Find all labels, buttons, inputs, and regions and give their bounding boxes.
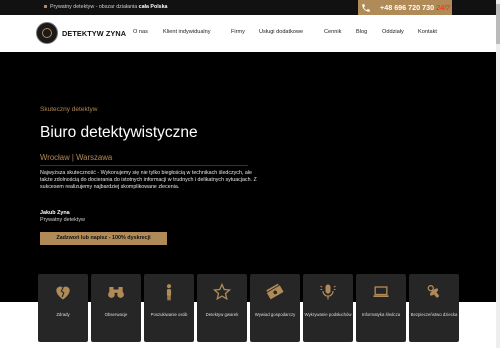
services-grid: Zdrady Obserwacje Poszukiwanie osób Dete… bbox=[38, 274, 459, 344]
scrollbar-thumb[interactable] bbox=[496, 4, 500, 44]
service-label: Zdrady bbox=[56, 312, 70, 317]
nav-item-kontakt[interactable]: Kontakt bbox=[418, 29, 437, 35]
logo[interactable] bbox=[36, 22, 58, 44]
service-label: Detektyw gwarek bbox=[205, 312, 239, 317]
author-role: Prywatny detektyw bbox=[40, 217, 85, 223]
nav-item-klient-indywidualny[interactable]: Klient indywidualny bbox=[163, 29, 211, 35]
nav-item-cennik[interactable]: Cennik bbox=[324, 29, 341, 35]
service-card-wywiad-gospodarczy[interactable]: Wywiad gospodarczy bbox=[250, 274, 300, 342]
top-bar: Prywatny detektyw - obszar działania cał… bbox=[0, 0, 496, 15]
phone-number: +48 696 720 730 24/7 bbox=[380, 3, 451, 12]
hours-badge: 24/7 bbox=[436, 3, 451, 12]
author-name: Jakub Zyna bbox=[40, 210, 70, 216]
hero-eyebrow: Skuteczny detektyw bbox=[40, 106, 98, 113]
pacifier-icon bbox=[427, 285, 439, 298]
service-card-obserwacje[interactable]: Obserwacje bbox=[91, 274, 141, 342]
nav-item-oddzialy[interactable]: Oddziały bbox=[382, 29, 404, 35]
bullet-icon bbox=[44, 5, 47, 9]
service-area-highlight: cała Polska bbox=[138, 4, 168, 10]
hero-paragraph: Najwyższa skuteczność - Wykonujemy się n… bbox=[40, 170, 257, 191]
nav-item-o-nas[interactable]: O nas bbox=[133, 29, 148, 35]
main-header: DETEKTYW ZYNA O nas Klient indywidualny … bbox=[0, 15, 496, 52]
service-label: Wykrywanie podsłuchów bbox=[304, 312, 352, 317]
nav-item-uslugi-dodatkowe[interactable]: Usługi dodatkowe bbox=[259, 29, 303, 35]
service-label: Obserwacje bbox=[104, 312, 128, 317]
phone-button[interactable]: +48 696 720 730 24/7 bbox=[358, 0, 452, 15]
star-icon bbox=[212, 282, 232, 301]
service-label: Informatyka śledcza bbox=[361, 312, 401, 317]
service-card-detektyw-gwarek[interactable]: Detektyw gwarek bbox=[197, 274, 247, 342]
broken-heart-icon bbox=[56, 286, 70, 300]
page-scrollbar[interactable] bbox=[496, 0, 500, 348]
service-area-text: Prywatny detektyw - obszar działania cał… bbox=[44, 4, 168, 10]
service-card-poszukiwanie-osob[interactable]: Poszukiwanie osób bbox=[144, 274, 194, 342]
page-title: Biuro detektywistyczne bbox=[40, 124, 198, 141]
hero-cities: Wrocław | Warszawa bbox=[40, 153, 113, 162]
service-label: Wywiad gospodarczy bbox=[254, 312, 296, 317]
money-icon bbox=[266, 283, 284, 300]
service-card-bezpieczenstwo-dziecka[interactable]: Bezpieczeństwo dziecka bbox=[409, 274, 459, 342]
person-icon bbox=[166, 284, 172, 301]
service-card-wykrywanie-podsluchow[interactable]: Wykrywanie podsłuchów bbox=[303, 274, 353, 342]
binoculars-icon bbox=[108, 287, 124, 298]
service-card-zdrady[interactable]: Zdrady bbox=[38, 274, 88, 342]
hero-divider bbox=[40, 165, 248, 166]
service-label: Poszukiwanie osób bbox=[150, 312, 188, 317]
laptop-icon bbox=[373, 286, 389, 297]
phone-icon bbox=[362, 4, 370, 12]
logo-emblem-icon bbox=[42, 28, 52, 38]
service-card-informatyka-sledcza[interactable]: Informatyka śledcza bbox=[356, 274, 406, 342]
microphone-icon bbox=[320, 284, 336, 300]
brand-name[interactable]: DETEKTYW ZYNA bbox=[62, 29, 126, 38]
contact-cta-button[interactable]: Zadzwoń lub napisz - 100% dyskrecji bbox=[40, 232, 167, 245]
nav-item-firmy[interactable]: Firmy bbox=[231, 29, 245, 35]
service-label: Bezpieczeństwo dziecka bbox=[410, 312, 458, 317]
nav-item-blog[interactable]: Blog bbox=[356, 29, 367, 35]
